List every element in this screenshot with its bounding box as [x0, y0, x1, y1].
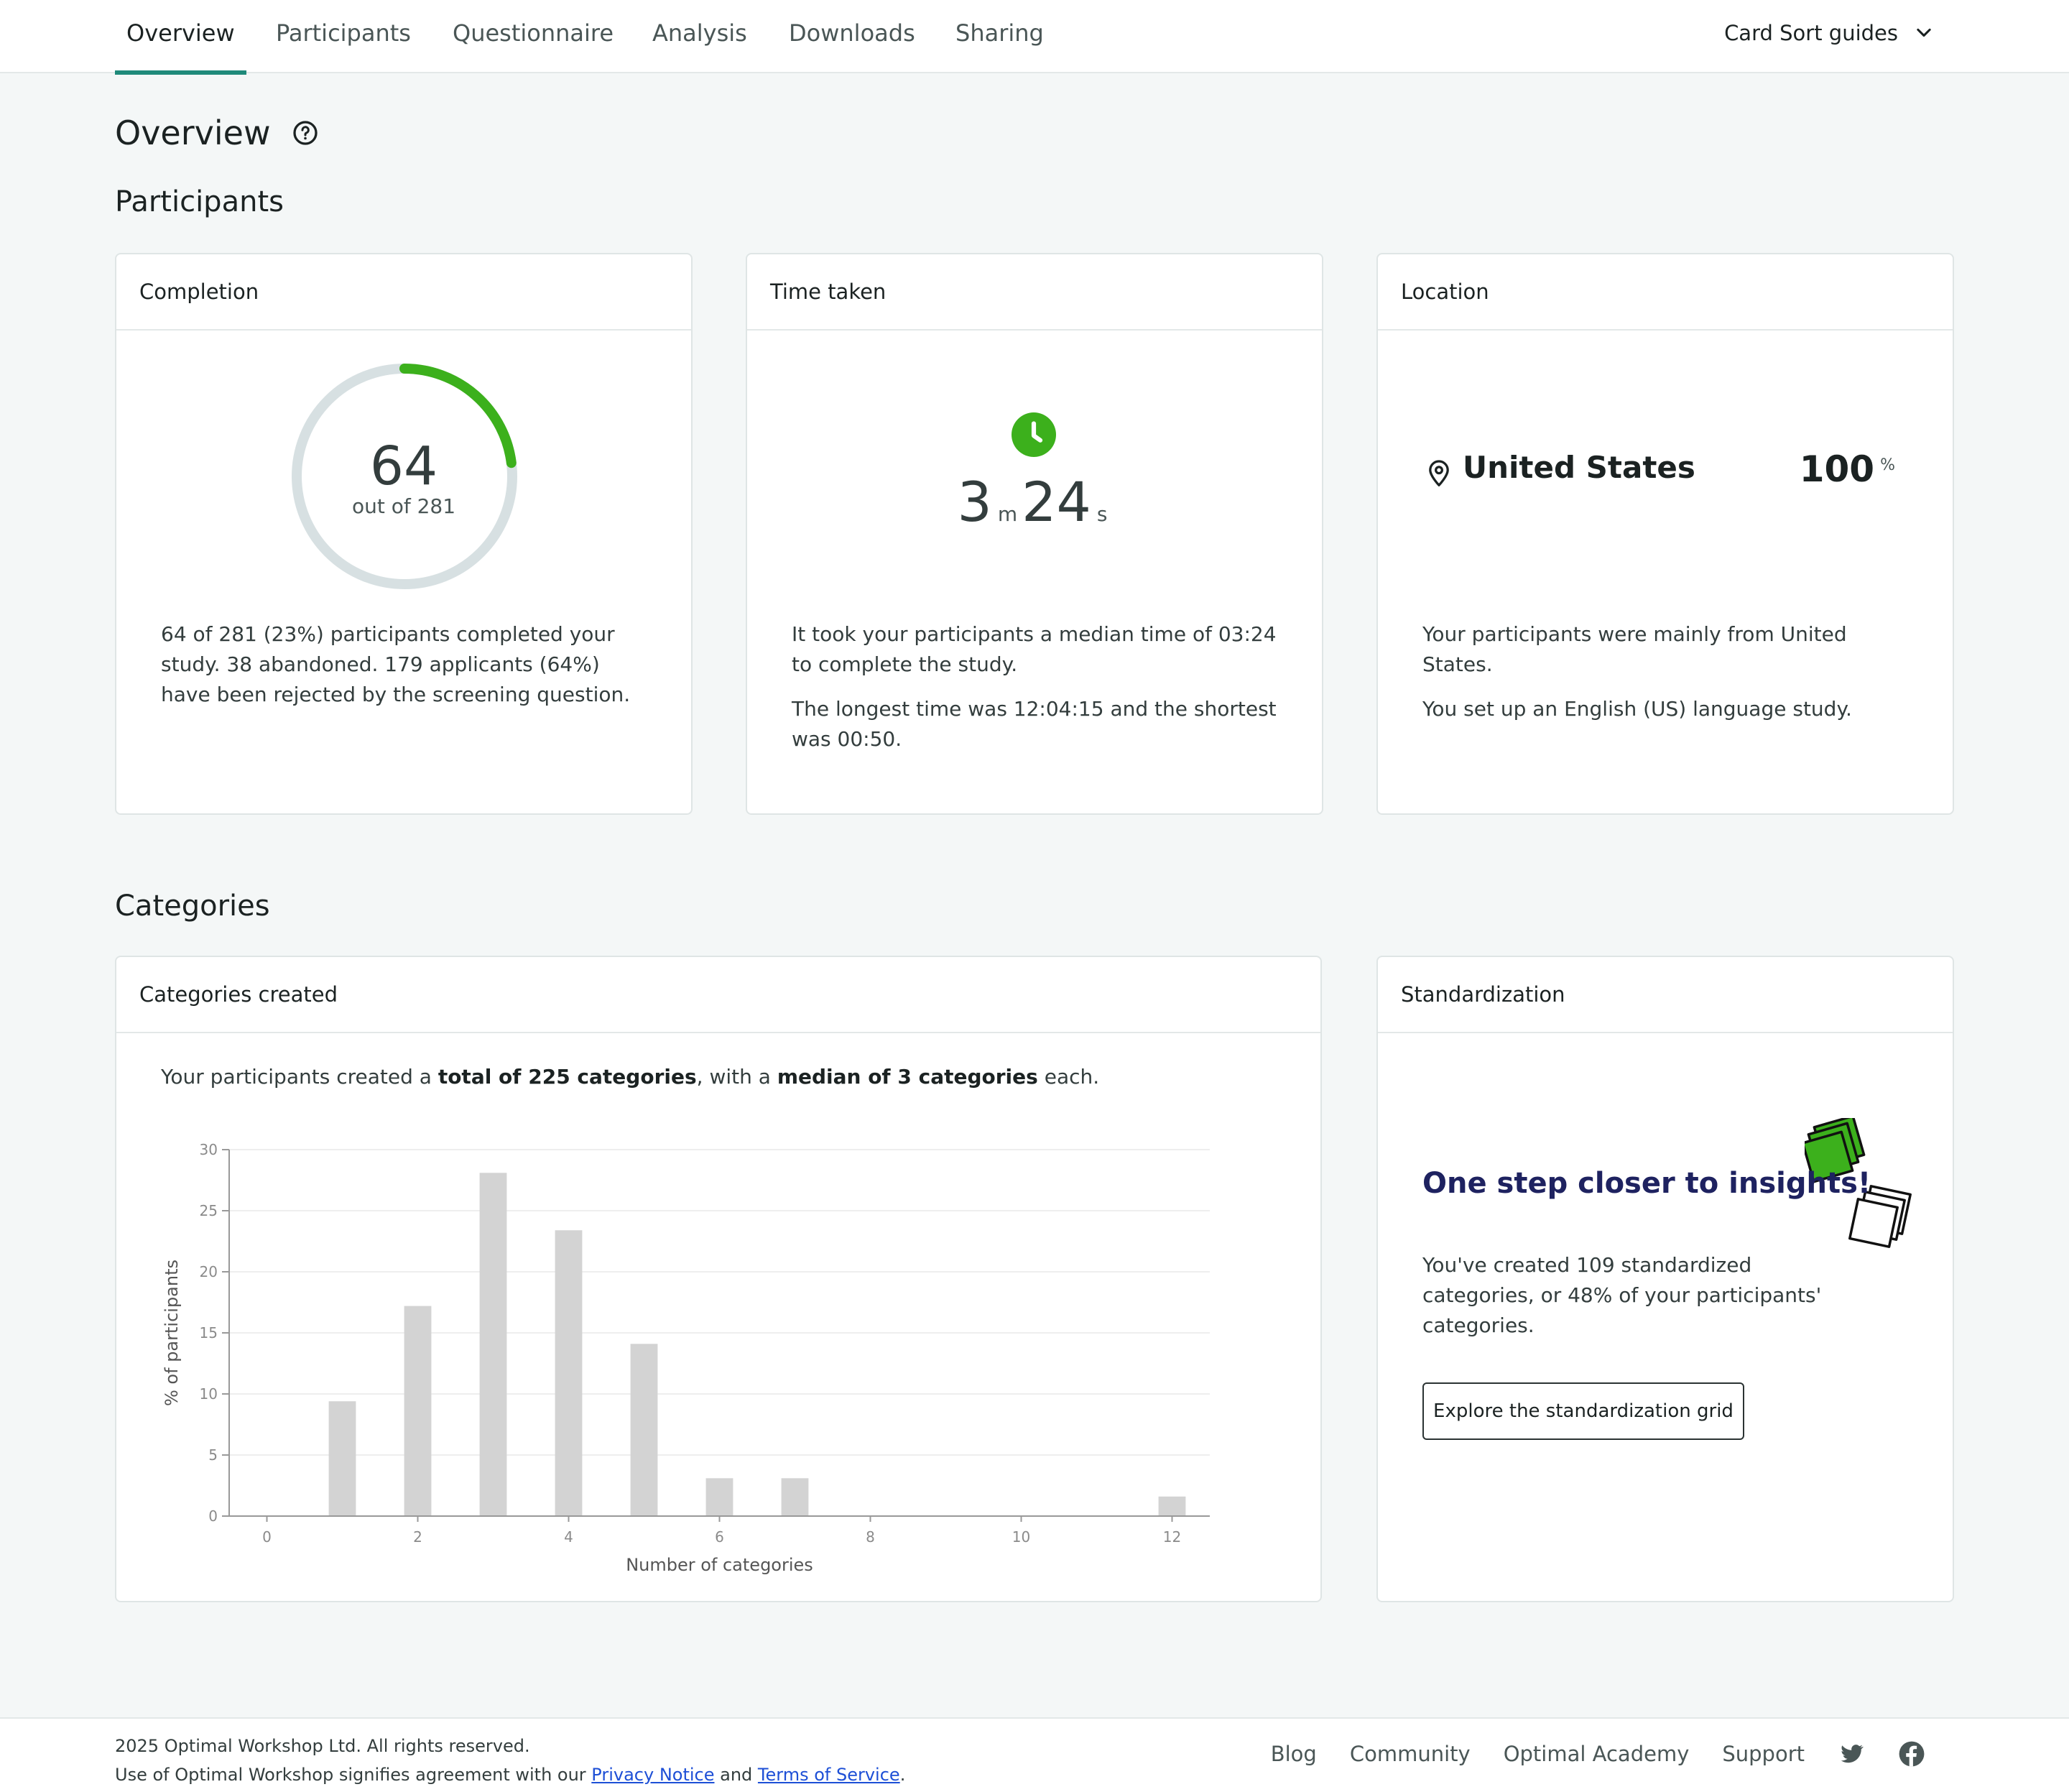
tab-downloads[interactable]: Downloads	[789, 0, 915, 73]
page-title: Overview	[115, 114, 271, 152]
categories-heading: Categories	[115, 890, 270, 923]
summary-mid: , with a	[696, 1065, 777, 1089]
clock-icon	[1012, 412, 1056, 457]
footer-terms-line: Use of Optimal Workshop signifies agreem…	[115, 1760, 905, 1789]
x-tick-label: 12	[1163, 1528, 1181, 1546]
completion-count: 64	[369, 435, 438, 497]
seconds-unit: s	[1096, 502, 1108, 526]
histogram-bar	[328, 1401, 356, 1516]
x-tick-label: 2	[413, 1528, 422, 1546]
standardization-headline: One step closer to insights!	[1422, 1167, 1871, 1200]
completion-card-title: Completion	[116, 254, 691, 331]
median-seconds: 24	[1022, 470, 1091, 534]
location-main-text: Your participants were mainly from Unite…	[1422, 622, 1847, 676]
location-pin-icon	[1429, 460, 1449, 486]
footer-period: .	[899, 1765, 906, 1785]
terms-of-service-link[interactable]: Terms of Service	[758, 1765, 900, 1785]
x-tick-label: 10	[1012, 1528, 1030, 1546]
histogram-bar	[1158, 1496, 1186, 1516]
time-taken-description: It took your participants a median time …	[792, 619, 1277, 754]
tab-sharing[interactable]: Sharing	[955, 0, 1044, 73]
x-tick-label: 8	[866, 1528, 875, 1546]
completion-card: Completion 64 out of 281 64 of 281 (23%)…	[115, 253, 693, 815]
histogram-bar	[705, 1478, 733, 1516]
footer-link-blog[interactable]: Blog	[1271, 1742, 1317, 1766]
histogram-bar	[404, 1306, 432, 1516]
location-country: United States	[1463, 450, 1695, 485]
y-tick-label: 15	[200, 1324, 218, 1341]
categories-created-card: Categories created Your participants cre…	[115, 956, 1322, 1602]
histogram-bar	[781, 1478, 809, 1516]
x-axis-label: Number of categories	[626, 1555, 813, 1575]
footer-legal: 2025 Optimal Workshop Ltd. All rights re…	[115, 1732, 905, 1789]
summary-median: median of 3 categories	[777, 1065, 1038, 1089]
summary-prefix: Your participants created a	[161, 1065, 438, 1089]
time-taken-card: Time taken 3 m24 s It took your participan…	[746, 253, 1323, 815]
footer-copyright: 2025 Optimal Workshop Ltd. All rights re…	[115, 1736, 530, 1756]
y-tick-label: 25	[200, 1202, 218, 1219]
x-tick-label: 6	[715, 1528, 724, 1546]
minutes-unit: m	[997, 502, 1018, 526]
top-navigation: Overview Participants Questionnaire Anal…	[0, 0, 2069, 75]
categories-created-title: Categories created	[116, 957, 1320, 1033]
histogram-bar	[555, 1230, 583, 1516]
tab-participants[interactable]: Participants	[276, 0, 411, 73]
completion-description: 64 of 281 (23%) participants completed y…	[161, 622, 631, 706]
chevron-down-icon	[1917, 28, 1931, 37]
summary-total: total of 225 categories	[438, 1065, 697, 1089]
location-card-title: Location	[1378, 254, 1953, 331]
footer-link-optimal-academy[interactable]: Optimal Academy	[1504, 1742, 1690, 1766]
location-percent-sign: %	[1880, 456, 1895, 474]
footer-links: Blog Community Optimal Academy Support	[1271, 1740, 1925, 1768]
completion-total: out of 281	[351, 494, 456, 518]
y-tick-label: 20	[200, 1263, 218, 1280]
footer-terms-prefix: Use of Optimal Workshop signifies agreem…	[115, 1765, 592, 1785]
median-minutes: 3	[957, 470, 992, 534]
time-taken-card-title: Time taken	[747, 254, 1322, 331]
y-tick-label: 5	[208, 1446, 218, 1464]
footer-link-community[interactable]: Community	[1350, 1742, 1471, 1766]
tab-questionnaire[interactable]: Questionnaire	[453, 0, 614, 73]
footer-link-support[interactable]: Support	[1722, 1742, 1805, 1766]
longest-shortest-text: The longest time was 12:04:15 and the sh…	[792, 697, 1277, 751]
card-sort-guides-dropdown[interactable]: Card Sort guides	[1724, 0, 1934, 66]
footer-and: and	[714, 1765, 758, 1785]
standardization-description: You've created 109 standardized categori…	[1422, 1253, 1822, 1337]
help-circle-icon[interactable]	[292, 120, 318, 146]
location-percent-value: 100	[1799, 448, 1875, 490]
categories-summary: Your participants created a total of 225…	[161, 1065, 1099, 1089]
location-row: United States 100%	[1427, 448, 1895, 491]
histogram-bar	[479, 1173, 507, 1516]
standardization-title: Standardization	[1378, 957, 1953, 1033]
tab-analysis[interactable]: Analysis	[652, 0, 747, 73]
facebook-icon[interactable]	[1898, 1740, 1925, 1768]
standardization-card: Standardization One step closer to insig…	[1376, 956, 1954, 1602]
y-tick-label: 0	[208, 1507, 218, 1525]
location-description: Your participants were mainly from Unite…	[1422, 619, 1908, 724]
y-axis-label: % of participants	[162, 1260, 182, 1406]
location-percentage: 100%	[1800, 448, 1895, 490]
median-time-readout: 3 m24 s	[747, 470, 1322, 534]
categories-histogram: 0 5 10 15 20 25 30 0 2 4 6 8 10 12 Number of categorie…	[162, 1141, 1210, 1575]
location-card: Location United States 100% Your partici…	[1376, 253, 1954, 815]
y-tick-label: 10	[200, 1385, 218, 1403]
privacy-notice-link[interactable]: Privacy Notice	[591, 1765, 714, 1785]
x-tick-label: 0	[262, 1528, 272, 1546]
card-sort-guides-label: Card Sort guides	[1724, 21, 1898, 45]
footer: 2025 Optimal Workshop Ltd. All rights re…	[0, 1717, 2069, 1792]
x-tick-label: 4	[564, 1528, 573, 1546]
tab-overview[interactable]: Overview	[115, 0, 246, 75]
page-title-row: Overview	[115, 114, 318, 152]
summary-suffix: each.	[1037, 1065, 1100, 1089]
participants-heading: Participants	[115, 185, 284, 218]
histogram-bar	[630, 1344, 658, 1516]
location-language-text: You set up an English (US) language stud…	[1422, 697, 1852, 721]
median-time-text: It took your participants a median time …	[792, 622, 1277, 676]
twitter-icon[interactable]	[1838, 1740, 1865, 1768]
explore-standardization-grid-button[interactable]: Explore the standardization grid	[1422, 1382, 1744, 1440]
y-tick-label: 30	[200, 1141, 218, 1158]
